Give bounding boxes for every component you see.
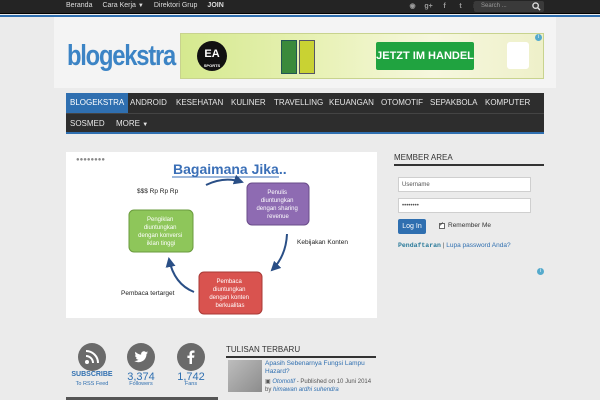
search-icon[interactable] — [532, 2, 541, 11]
nav-more[interactable]: MORE ▼ — [112, 114, 152, 134]
nav-kuliner[interactable]: KULINER — [227, 93, 270, 113]
top-nav-beranda[interactable]: Beranda — [66, 2, 92, 9]
search-placeholder: Search ... — [481, 3, 507, 9]
post-author-link[interactable]: himawan ardhi suhendra — [273, 387, 339, 393]
ad-game-box-alt — [299, 40, 315, 74]
node-writer-line-4: revenue — [267, 214, 289, 220]
nav-sepakbola[interactable]: SEPAKBOLA — [426, 93, 481, 113]
label-targeted-reader: Pembaca tertarget — [121, 290, 175, 297]
twitter-icon — [134, 351, 148, 363]
node-advertiser-line-1: Pengiklan — [147, 217, 173, 223]
rss-icon — [85, 350, 99, 364]
nav-komputer[interactable]: KOMPUTER — [481, 93, 534, 113]
node-writer-line-1: Penulis — [267, 190, 287, 196]
remember-me-label: Remember Me — [448, 222, 491, 229]
twitter-button[interactable] — [127, 343, 155, 371]
recent-posts-title: TULISAN TERBARU — [226, 345, 301, 354]
ad-brand-logo: EA SPORTS — [197, 41, 227, 71]
top-social-icons: ◉ g+ f t in — [408, 1, 481, 11]
nav-otomotif[interactable]: OTOMOTIF — [377, 93, 427, 113]
nav-kesehatan[interactable]: KESEHATAN — [172, 93, 227, 113]
recent-posts-underline — [226, 356, 376, 358]
post-category-link[interactable]: Otomotif — [272, 379, 295, 385]
forgot-password-link[interactable]: Lupa password Anda? — [446, 242, 510, 249]
link-separator: | — [442, 242, 445, 249]
rss-icon[interactable]: ◉ — [408, 1, 417, 11]
top-nav-join[interactable]: JOIN — [207, 2, 223, 9]
arrow-reader-to-advertiser — [165, 257, 195, 293]
twitter-icon[interactable]: t — [456, 1, 465, 11]
ad-game-box — [281, 40, 297, 74]
main-nav: BLOGEKSTRA ANDROID KESEHATAN KULINER TRA… — [66, 93, 544, 134]
register-link[interactable]: Pendaftaran — [398, 242, 441, 249]
login-button[interactable]: Log In — [398, 219, 426, 234]
node-reader-line-1: Pembaca — [216, 279, 242, 285]
nav-android[interactable]: ANDROID — [126, 93, 171, 113]
remember-me[interactable]: Remember Me — [439, 221, 491, 229]
ad-cta-button[interactable]: JETZT IM HANDEL — [376, 42, 474, 70]
nav-more-label: MORE — [116, 119, 140, 128]
node-writer-line-3: dengan sharing — [256, 206, 297, 212]
revenue-cycle-diagram: ●●●●●●●● Bagaimana Jika.. $$$ Rp Rp Rp P… — [76, 157, 348, 315]
top-nav-cara-kerja-label: Cara Kerja — [102, 2, 136, 9]
node-advertiser-line-2: diuntungkan — [144, 225, 177, 231]
node-reader-line-2: diuntungkan — [213, 287, 246, 293]
nav-travelling[interactable]: TRAVELLING — [270, 93, 327, 113]
nav-keuangan[interactable]: KEUANGAN — [325, 93, 378, 113]
arrow-writer-to-reader — [270, 233, 288, 272]
ad-brand: EA — [204, 48, 220, 60]
post-meta: ▣ Otomotif - Published on 10 Juni 2014 b… — [265, 378, 377, 394]
member-links: Pendaftaran | Lupa password Anda? — [398, 242, 511, 249]
top-nav-cara-kerja[interactable]: Cara Kerja ▼ — [102, 2, 143, 9]
node-writer-line-2: diuntungkan — [261, 198, 294, 204]
facebook-button[interactable] — [177, 343, 205, 371]
username-field[interactable]: Username — [398, 177, 531, 192]
remember-me-checkbox[interactable] — [439, 221, 445, 229]
ad-brand-sub: SPORTS — [203, 63, 221, 68]
ad-info-icon[interactable]: i — [537, 268, 544, 275]
node-advertiser-line-3: dengan konversi — [138, 233, 182, 239]
facebook-icon — [187, 350, 195, 364]
site-logo[interactable]: blogekstra — [67, 40, 176, 73]
search-input[interactable]: Search ... — [474, 1, 544, 12]
password-field[interactable]: •••••••• — [398, 198, 531, 213]
top-nav: Beranda Cara Kerja ▼ Direktori Grup JOIN — [66, 2, 224, 9]
diagram-title: Bagaimana Jika.. — [173, 161, 287, 177]
google-plus-icon[interactable]: g+ — [424, 1, 433, 11]
top-bar: Beranda Cara Kerja ▼ Direktori Grup JOIN… — [0, 0, 600, 14]
featured-image[interactable]: ●●●●●●●● Bagaimana Jika.. $$$ Rp Rp Rp P… — [66, 152, 377, 318]
category-icon: ▣ — [265, 379, 271, 385]
member-area-underline — [394, 164, 544, 166]
banner-ad[interactable]: EA SPORTS JETZT IM HANDEL i — [180, 33, 544, 79]
post-title-link[interactable]: Apasih Sebenarnya Fungsi Lampu Hazard? — [265, 360, 375, 376]
facebook-icon[interactable]: f — [440, 1, 449, 11]
money-label: $$$ Rp Rp Rp — [137, 188, 179, 195]
nav-sosmed[interactable]: SOSMED — [66, 114, 109, 134]
chevron-down-icon: ▼ — [142, 122, 149, 128]
node-reader-line-3: dengan konten — [209, 295, 249, 301]
node-reader-line-4: berkualitas — [215, 303, 244, 309]
ad-badge — [507, 42, 529, 69]
arrow-money-to-writer — [205, 174, 244, 186]
chevron-down-icon: ▼ — [137, 3, 144, 9]
ad-info-icon[interactable]: i — [535, 34, 542, 41]
post-thumbnail[interactable] — [228, 360, 262, 392]
facebook-label: Fans — [184, 381, 198, 387]
top-nav-direktori-grup[interactable]: Direktori Grup — [154, 2, 198, 9]
rss-button[interactable] — [78, 343, 106, 371]
member-area-title: MEMBER AREA — [394, 153, 453, 162]
node-advertiser-line-4: iklan tinggi — [147, 241, 175, 247]
nav-blogekstra[interactable]: BLOGEKSTRA — [66, 93, 129, 113]
slide-dots: ●●●●●●●● — [76, 157, 105, 163]
label-content-policy: Kebijakan Konten — [297, 239, 348, 246]
